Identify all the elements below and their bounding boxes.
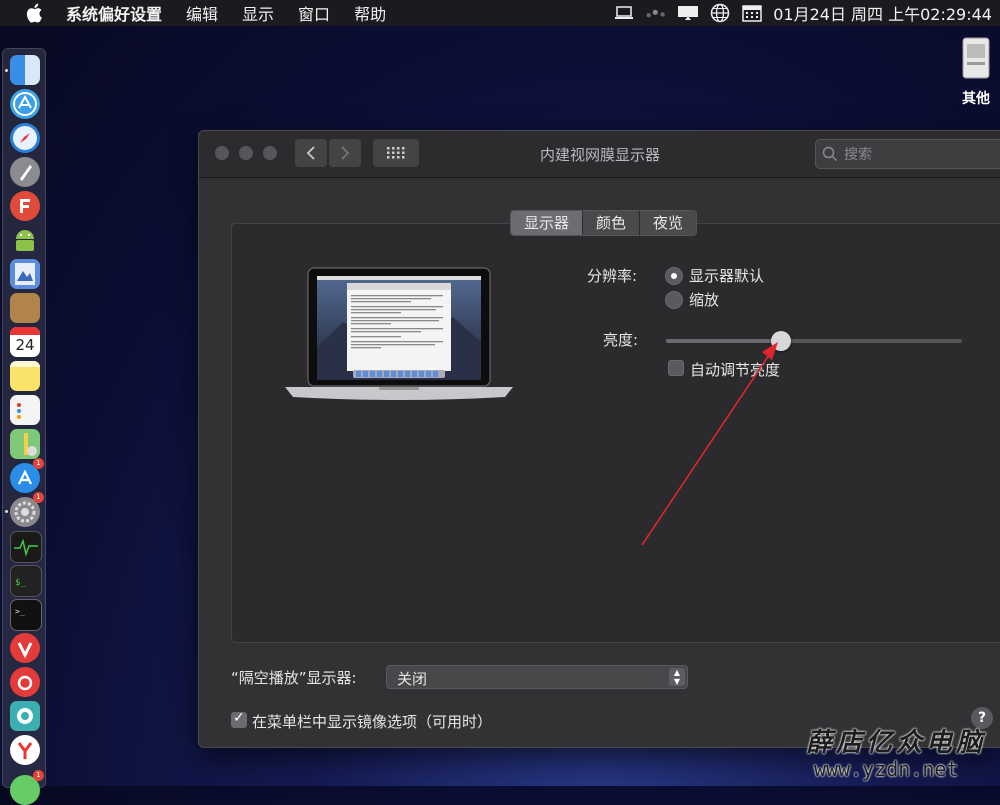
menu-help[interactable]: 帮助 [354, 1, 386, 25]
console-icon[interactable]: $_ [10, 565, 42, 597]
reminders-icon[interactable] [10, 395, 40, 425]
yandex-browser-icon[interactable] [10, 735, 40, 765]
menu-view[interactable]: 显示 [242, 1, 274, 25]
preview-icon[interactable] [10, 259, 40, 289]
maps-icon[interactable] [10, 429, 40, 459]
airplay-select[interactable]: 关闭 ▲ ▼ [386, 665, 688, 689]
svg-text:>_: >_ [15, 607, 25, 616]
window-titlebar[interactable]: 内建视网膜显示器 搜索 [199, 131, 1000, 178]
mirror-options-checkbox[interactable] [231, 710, 247, 728]
mirror-options-label[interactable]: 在菜单栏中显示镜像选项（可用时） [252, 711, 492, 732]
safari-icon[interactable] [10, 123, 40, 153]
system-preferences-badge: 1 [33, 492, 44, 503]
search-field[interactable]: 搜索 [815, 139, 1000, 169]
auto-brightness-checkbox[interactable] [668, 360, 684, 376]
brightness-slider[interactable] [666, 331, 962, 351]
display-icon[interactable] [613, 4, 635, 22]
watermark: 薛店亿众电脑 www.yzdn.net [806, 722, 996, 781]
resolution-default-label[interactable]: 显示器默认 [689, 265, 764, 286]
resolution-default-radio[interactable] [665, 267, 683, 285]
calendar-icon[interactable] [741, 4, 763, 22]
updown-chevron-icon: ▲ ▼ [669, 668, 685, 686]
launchpad-icon[interactable] [10, 157, 40, 187]
system-preferences-icon[interactable]: 1 [10, 492, 44, 527]
vivaldi-icon[interactable] [10, 633, 40, 663]
tab-display[interactable]: 显示器 [511, 211, 583, 235]
tab-bar: 显示器 颜色 夜览 [510, 210, 698, 236]
filezilla-icon[interactable] [10, 191, 40, 221]
messages-icon[interactable]: 1 [10, 770, 44, 805]
auto-brightness-label[interactable]: 自动调节亮度 [690, 359, 780, 380]
display-preferences-window: 内建视网膜显示器 搜索 显示器 颜色 夜览 分辨率: 显示器默认 缩放 亮度: … [198, 130, 1000, 748]
resolution-scaled-radio[interactable] [665, 291, 683, 309]
activity-monitor-icon[interactable] [10, 531, 42, 563]
drive-icon [962, 37, 990, 79]
dock-running-dot [5, 510, 8, 513]
dots-icon[interactable] [645, 4, 667, 22]
airplay-select-value: 关闭 [397, 670, 428, 688]
menu-app-name[interactable]: 系统偏好设置 [66, 1, 162, 25]
laptop-illustration [285, 267, 513, 400]
android-icon[interactable] [10, 225, 40, 255]
resolution-label: 分辨率: [587, 267, 638, 285]
app-store-2-icon[interactable]: 1 [10, 458, 44, 493]
calendar-date-text: 24 [15, 336, 35, 354]
apple-icon[interactable] [24, 2, 46, 24]
screenshot-app-icon[interactable] [10, 701, 40, 731]
menu-clock[interactable]: 01月24日 周四 上午02:29:44 [773, 1, 992, 25]
finder-icon[interactable] [10, 55, 40, 85]
brightness-label: 亮度: [603, 331, 639, 349]
app-store-icon[interactable] [10, 89, 40, 119]
app-store-badge: 1 [33, 458, 44, 469]
dock-running-dot [5, 69, 8, 72]
menu-window[interactable]: 窗口 [298, 1, 330, 25]
brightness-slider-fill [666, 339, 782, 343]
calendar-dock-icon[interactable]: 24 [10, 327, 40, 357]
globe-icon[interactable] [709, 3, 731, 23]
menu-edit[interactable]: 编辑 [186, 1, 218, 25]
desktop-drive-icon[interactable]: 其他 [956, 36, 996, 108]
airplay-label: “隔空播放”显示器: [231, 669, 357, 687]
menu-bar: 系统偏好设置 编辑 显示 窗口 帮助 01月24日 周四 上午02:29:44 [0, 0, 1000, 26]
messages-badge: 1 [33, 770, 44, 781]
netease-music-icon[interactable] [10, 667, 40, 697]
notes-icon[interactable] [10, 361, 40, 391]
desktop-icon-label: 其他 [962, 91, 990, 107]
watermark-url: www.yzdn.net [814, 757, 959, 781]
tab-night-shift[interactable]: 夜览 [639, 211, 697, 235]
search-placeholder: 搜索 [844, 147, 872, 163]
terminal-icon[interactable]: >_ [10, 599, 42, 631]
watermark-title: 薛店亿众电脑 [806, 728, 987, 758]
dock: 24 1 1 $_ >_ 1 [2, 48, 46, 805]
search-icon [822, 146, 838, 162]
resolution-scaled-label[interactable]: 缩放 [689, 289, 719, 310]
airplay-icon[interactable] [677, 4, 699, 22]
svg-text:$_: $_ [15, 578, 26, 588]
tab-color[interactable]: 颜色 [582, 211, 640, 235]
contacts-icon[interactable] [10, 293, 40, 323]
